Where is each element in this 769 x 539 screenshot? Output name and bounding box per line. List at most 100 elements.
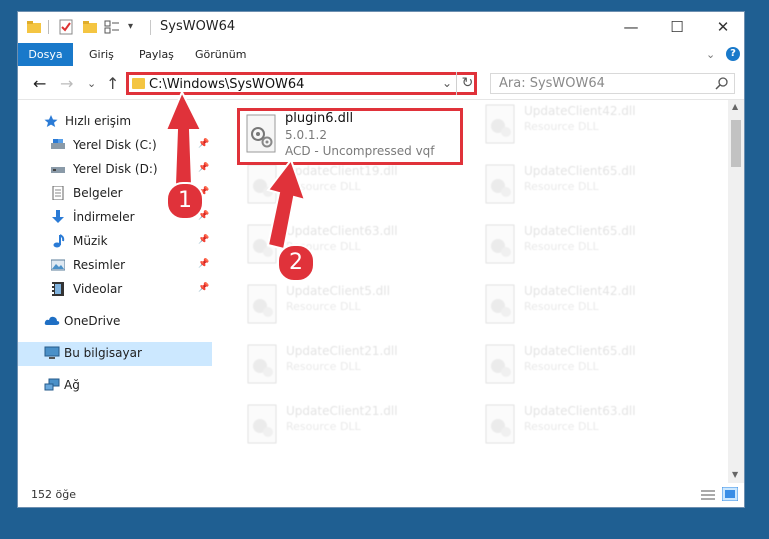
sidebar-item-yerel-disk-c[interactable]: Yerel Disk (C:) 📌 <box>18 134 212 158</box>
pin-icon[interactable]: 📌 <box>198 283 209 293</box>
vertical-scrollbar[interactable]: ▲ ▼ <box>728 100 744 483</box>
up-button[interactable]: ↑ <box>106 74 119 93</box>
address-path: C:\Windows\SysWOW64 <box>149 77 305 92</box>
file-name: UpdateClient65.dll <box>524 344 636 358</box>
pin-icon[interactable]: 📌 <box>198 139 209 149</box>
address-dropdown-icon[interactable]: ⌄ <box>442 76 452 90</box>
sidebar-item-resimler[interactable]: Resimler 📌 <box>18 254 212 278</box>
file-type: Resource DLL <box>286 180 361 193</box>
folder-icon[interactable] <box>26 19 42 35</box>
file-tile[interactable]: UpdateClient19.dll Resource DLL <box>238 160 466 212</box>
sidebar-item-hizli-erisim[interactable]: Hızlı erişim <box>18 110 212 134</box>
dll-file-icon <box>485 164 515 204</box>
file-tile[interactable]: UpdateClient21.dll Resource DLL <box>238 400 466 452</box>
close-button[interactable]: ✕ <box>700 12 746 42</box>
file-tile[interactable]: UpdateClient42.dll Resource DLL <box>476 100 704 152</box>
tab-paylas[interactable]: Paylaş <box>139 43 174 66</box>
music-icon <box>53 234 65 248</box>
tab-gorunum[interactable]: Görünüm <box>195 43 246 66</box>
file-highlight-annotation <box>237 108 463 165</box>
file-type: Resource DLL <box>524 300 599 313</box>
sidebar-item-videolar[interactable]: Videolar 📌 <box>18 278 212 302</box>
sidebar-item-label: Belgeler <box>73 186 123 200</box>
address-input[interactable]: C:\Windows\SysWOW64 ⌄ ↻ <box>126 72 477 95</box>
dll-file-icon <box>485 284 515 324</box>
qa-separator <box>48 20 49 34</box>
new-folder-icon[interactable] <box>82 19 98 35</box>
file-type: Resource DLL <box>524 360 599 373</box>
file-tile[interactable]: UpdateClient21.dll Resource DLL <box>238 340 466 392</box>
file-tile[interactable]: UpdateClient5.dll Resource DLL <box>238 280 466 332</box>
ribbon-tabs: Dosya Giriş Paylaş Görünüm ⌄ ? <box>18 43 744 66</box>
view-options-icon[interactable] <box>104 19 120 35</box>
dll-file-icon <box>247 344 277 384</box>
dll-file-icon <box>247 224 277 264</box>
sidebar-item-ag[interactable]: Ağ <box>18 374 212 398</box>
sidebar-item-label: Müzik <box>73 234 108 248</box>
item-count: 152 öğe <box>31 488 76 501</box>
minimize-button[interactable]: — <box>608 12 654 42</box>
window-title: SysWOW64 <box>160 19 236 34</box>
scroll-up-icon[interactable]: ▲ <box>732 102 738 111</box>
forward-button[interactable]: → <box>60 74 73 93</box>
sidebar-item-label: OneDrive <box>64 314 121 328</box>
download-icon <box>52 210 64 223</box>
scroll-down-icon[interactable]: ▼ <box>732 470 738 479</box>
file-type: Resource DLL <box>524 180 599 193</box>
maximize-button[interactable]: ☐ <box>654 12 700 42</box>
refresh-button[interactable]: ↻ <box>456 72 478 95</box>
file-tile[interactable]: UpdateClient42.dll Resource DLL <box>476 280 704 332</box>
file-name: UpdateClient42.dll <box>524 284 636 298</box>
scroll-thumb[interactable] <box>731 120 741 167</box>
search-icon[interactable] <box>715 77 728 90</box>
file-tile[interactable]: UpdateClient65.dll Resource DLL <box>476 340 704 392</box>
dll-file-icon <box>247 284 277 324</box>
sidebar-item-label: Videolar <box>73 282 123 296</box>
file-tile[interactable]: UpdateClient65.dll Resource DLL <box>476 220 704 272</box>
folder-icon <box>132 78 145 89</box>
file-name: UpdateClient21.dll <box>286 344 398 358</box>
file-type: Resource DLL <box>524 420 599 433</box>
dll-file-icon <box>485 404 515 444</box>
sidebar-item-label: Ağ <box>64 378 80 392</box>
sidebar-item-bu-bilgisayar[interactable]: Bu bilgisayar <box>18 342 212 366</box>
tab-dosya[interactable]: Dosya <box>18 43 73 66</box>
help-icon[interactable]: ? <box>726 47 740 61</box>
step-2-badge: 2 <box>277 244 315 282</box>
search-input[interactable]: Ara: SysWOW64 <box>490 73 735 94</box>
expand-ribbon-icon[interactable]: ⌄ <box>706 43 715 66</box>
sidebar-item-muzik[interactable]: Müzik 📌 <box>18 230 212 254</box>
sidebar-item-label: Resimler <box>73 258 126 272</box>
sidebar-item-onedrive[interactable]: OneDrive <box>18 310 212 334</box>
status-bar: 152 öğe <box>18 483 744 507</box>
file-tile[interactable]: UpdateClient65.dll Resource DLL <box>476 160 704 212</box>
sidebar-item-label: Yerel Disk (D:) <box>73 162 158 176</box>
file-type: Resource DLL <box>286 420 361 433</box>
properties-icon[interactable] <box>58 19 74 35</box>
pin-icon[interactable]: 📌 <box>198 163 209 173</box>
file-tile[interactable]: UpdateClient63.dll Resource DLL <box>476 400 704 452</box>
drive-icon <box>51 167 65 173</box>
video-icon <box>52 282 64 296</box>
sidebar-item-label: İndirmeler <box>73 210 135 224</box>
sidebar-item-yerel-disk-d[interactable]: Yerel Disk (D:) 📌 <box>18 158 212 182</box>
pin-icon[interactable]: 📌 <box>198 259 209 269</box>
step-1-badge: 1 <box>166 182 204 220</box>
dll-file-icon <box>485 344 515 384</box>
recent-locations-button[interactable]: ⌄ <box>87 77 96 90</box>
sidebar-item-label: Bu bilgisayar <box>64 346 142 360</box>
dll-file-icon <box>247 164 277 204</box>
network-icon <box>44 378 60 391</box>
file-tile[interactable]: UpdateClient63.dll Resource DLL <box>238 220 466 272</box>
customize-toolbar-icon[interactable]: ▾ <box>128 21 133 37</box>
sidebar-item-label: Yerel Disk (C:) <box>73 138 157 152</box>
file-name: UpdateClient65.dll <box>524 224 636 238</box>
file-type: Resource DLL <box>524 240 599 253</box>
tab-giris[interactable]: Giriş <box>89 43 114 66</box>
details-view-icon[interactable] <box>700 489 716 501</box>
file-name: UpdateClient5.dll <box>286 284 390 298</box>
file-name: UpdateClient63.dll <box>286 224 398 238</box>
back-button[interactable]: ← <box>33 74 46 93</box>
tiles-view-icon[interactable] <box>722 487 738 501</box>
pin-icon[interactable]: 📌 <box>198 235 209 245</box>
